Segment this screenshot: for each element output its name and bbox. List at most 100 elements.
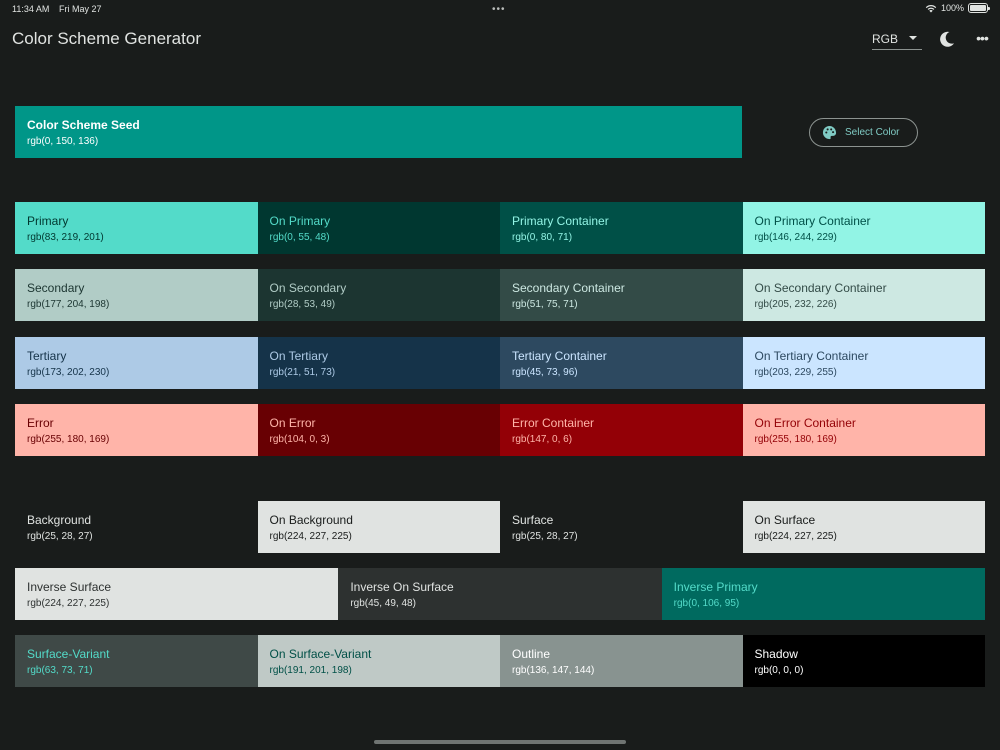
swatch-on-tertiary: On Tertiary rgb(21, 51, 73): [257, 337, 500, 389]
swatch-on-tertiary-container: On Tertiary Container rgb(203, 229, 255): [742, 337, 985, 389]
swatch-inverse-on-surface: Inverse On Surface rgb(45, 49, 48): [338, 568, 662, 620]
swatch-on-secondary: On Secondary rgb(28, 53, 49): [257, 269, 500, 321]
swatch-tertiary: Tertiary rgb(173, 202, 230): [15, 337, 258, 389]
swatch-value: rgb(255, 180, 169): [27, 434, 110, 445]
swatch-value: rgb(21, 51, 73): [269, 367, 336, 378]
swatch-name: On Tertiary: [269, 349, 328, 363]
error-row: Error rgb(255, 180, 169) On Error rgb(10…: [15, 404, 985, 456]
swatch-name: Secondary: [27, 281, 85, 295]
swatch-tertiary-container: Tertiary Container rgb(45, 73, 96): [500, 337, 743, 389]
swatch-name: Background: [27, 513, 92, 527]
swatch-value: rgb(191, 201, 198): [269, 665, 352, 676]
swatch-error: Error rgb(255, 180, 169): [15, 404, 258, 456]
swatch-on-error: On Error rgb(104, 0, 3): [257, 404, 500, 456]
swatch-name: Secondary Container: [512, 281, 625, 295]
page-title: Color Scheme Generator: [12, 29, 201, 48]
swatch-value: rgb(0, 106, 95): [673, 598, 740, 609]
swatch-value: rgb(203, 229, 255): [754, 367, 837, 378]
swatch-name: Inverse On Surface: [350, 580, 454, 594]
swatch-name: Error: [27, 416, 54, 430]
swatch-name: Shadow: [754, 647, 798, 661]
swatch-secondary-container: Secondary Container rgb(51, 75, 71): [500, 269, 743, 321]
swatch-inverse-surface: Inverse Surface rgb(224, 227, 225): [15, 568, 339, 620]
tertiary-row: Tertiary rgb(173, 202, 230) On Tertiary …: [15, 337, 985, 389]
multitasking-dots-icon[interactable]: •••: [492, 4, 506, 15]
more-options-icon[interactable]: •••: [972, 31, 992, 47]
swatch-value: rgb(51, 75, 71): [512, 299, 578, 310]
inverse-row: Inverse Surface rgb(224, 227, 225) Inver…: [15, 568, 985, 620]
swatch-value: rgb(45, 49, 48): [350, 598, 416, 609]
home-indicator[interactable]: [374, 740, 626, 744]
swatch-name: On Background: [269, 513, 353, 527]
swatch-name: Inverse Surface: [27, 580, 112, 594]
swatch-name: On Secondary Container: [754, 281, 887, 295]
swatch-name: Surface: [512, 513, 554, 527]
swatch-value: rgb(28, 53, 49): [269, 299, 336, 310]
swatch-name: On Surface: [754, 513, 816, 527]
swatch-name: Outline: [512, 647, 551, 661]
status-bar: 11:34 AM Fri May 27 ••• 100%: [0, 0, 1000, 18]
dark-mode-moon-icon[interactable]: [937, 29, 957, 49]
swatch-value: rgb(63, 73, 71): [27, 665, 93, 676]
swatch-value: rgb(205, 232, 226): [754, 299, 837, 310]
primary-row: Primary rgb(83, 219, 201) On Primary rgb…: [15, 202, 985, 254]
swatch-secondary: Secondary rgb(177, 204, 198): [15, 269, 258, 321]
seed-color-name: Color Scheme Seed: [27, 118, 140, 132]
color-format-dropdown[interactable]: RGB: [872, 28, 922, 50]
swatch-on-primary: On Primary rgb(0, 55, 48): [257, 202, 500, 254]
swatch-background: Background rgb(25, 28, 27): [15, 501, 258, 553]
swatch-value: rgb(224, 227, 225): [754, 531, 837, 542]
swatch-value: rgb(25, 28, 27): [27, 531, 93, 542]
swatch-on-surface-variant: On Surface-Variant rgb(191, 201, 198): [257, 635, 500, 687]
battery-icon: [968, 3, 990, 13]
swatch-value: rgb(147, 0, 6): [512, 434, 573, 445]
background-row: Background rgb(25, 28, 27) On Background…: [15, 501, 985, 553]
swatch-value: rgb(0, 55, 48): [269, 232, 330, 243]
swatch-value: rgb(146, 244, 229): [754, 232, 837, 243]
app-screen: 11:34 AM Fri May 27 ••• 100% Color Schem…: [0, 0, 1000, 750]
swatch-name: Tertiary Container: [512, 349, 607, 363]
secondary-row: Secondary rgb(177, 204, 198) On Secondar…: [15, 269, 985, 321]
swatch-value: rgb(45, 73, 96): [512, 367, 578, 378]
swatch-value: rgb(173, 202, 230): [27, 367, 110, 378]
swatch-primary: Primary rgb(83, 219, 201): [15, 202, 258, 254]
swatch-value: rgb(224, 227, 225): [269, 531, 352, 542]
swatch-name: On Error Container: [754, 416, 856, 430]
swatch-name: On Primary Container: [754, 214, 871, 228]
swatch-on-error-container: On Error Container rgb(255, 180, 169): [742, 404, 985, 456]
swatch-shadow: Shadow rgb(0, 0, 0): [742, 635, 985, 687]
swatch-value: rgb(255, 180, 169): [754, 434, 837, 445]
swatch-on-primary-container: On Primary Container rgb(146, 244, 229): [742, 202, 985, 254]
wifi-icon: [925, 4, 937, 12]
status-indicators: 100%: [925, 3, 990, 13]
palette-icon: [822, 125, 837, 140]
battery-percent: 100%: [940, 3, 964, 13]
color-format-value: RGB: [872, 31, 899, 46]
swatch-name: Tertiary: [27, 349, 67, 363]
swatch-value: rgb(83, 219, 201): [27, 232, 104, 243]
select-color-label: Select Color: [845, 127, 900, 138]
status-time: 11:34 AM: [12, 4, 50, 14]
swatch-name: Surface-Variant: [27, 647, 110, 661]
swatch-value: rgb(224, 227, 225): [27, 598, 110, 609]
swatch-name: On Tertiary Container: [754, 349, 869, 363]
swatch-value: rgb(104, 0, 3): [269, 434, 330, 445]
swatch-on-secondary-container: On Secondary Container rgb(205, 232, 226…: [742, 269, 985, 321]
swatch-value: rgb(177, 204, 198): [27, 299, 110, 310]
swatch-name: On Primary: [269, 214, 331, 228]
swatch-name: On Secondary: [269, 281, 347, 295]
swatch-value: rgb(0, 0, 0): [754, 665, 804, 676]
swatch-on-background: On Background rgb(224, 227, 225): [257, 501, 500, 553]
swatch-primary-container: Primary Container rgb(0, 80, 71): [500, 202, 743, 254]
swatch-value: rgb(136, 147, 144): [512, 665, 595, 676]
select-color-button[interactable]: Select Color: [809, 118, 918, 147]
swatch-value: rgb(25, 28, 27): [512, 531, 578, 542]
swatch-outline: Outline rgb(136, 147, 144): [500, 635, 743, 687]
swatch-name: Primary: [27, 214, 69, 228]
chevron-down-icon: [909, 36, 917, 40]
swatch-name: On Error: [269, 416, 316, 430]
swatch-surface-variant: Surface-Variant rgb(63, 73, 71): [15, 635, 258, 687]
swatch-inverse-primary: Inverse Primary rgb(0, 106, 95): [661, 568, 985, 620]
swatch-on-surface: On Surface rgb(224, 227, 225): [742, 501, 985, 553]
seed-color-swatch: Color Scheme Seed rgb(0, 150, 136): [15, 106, 742, 158]
